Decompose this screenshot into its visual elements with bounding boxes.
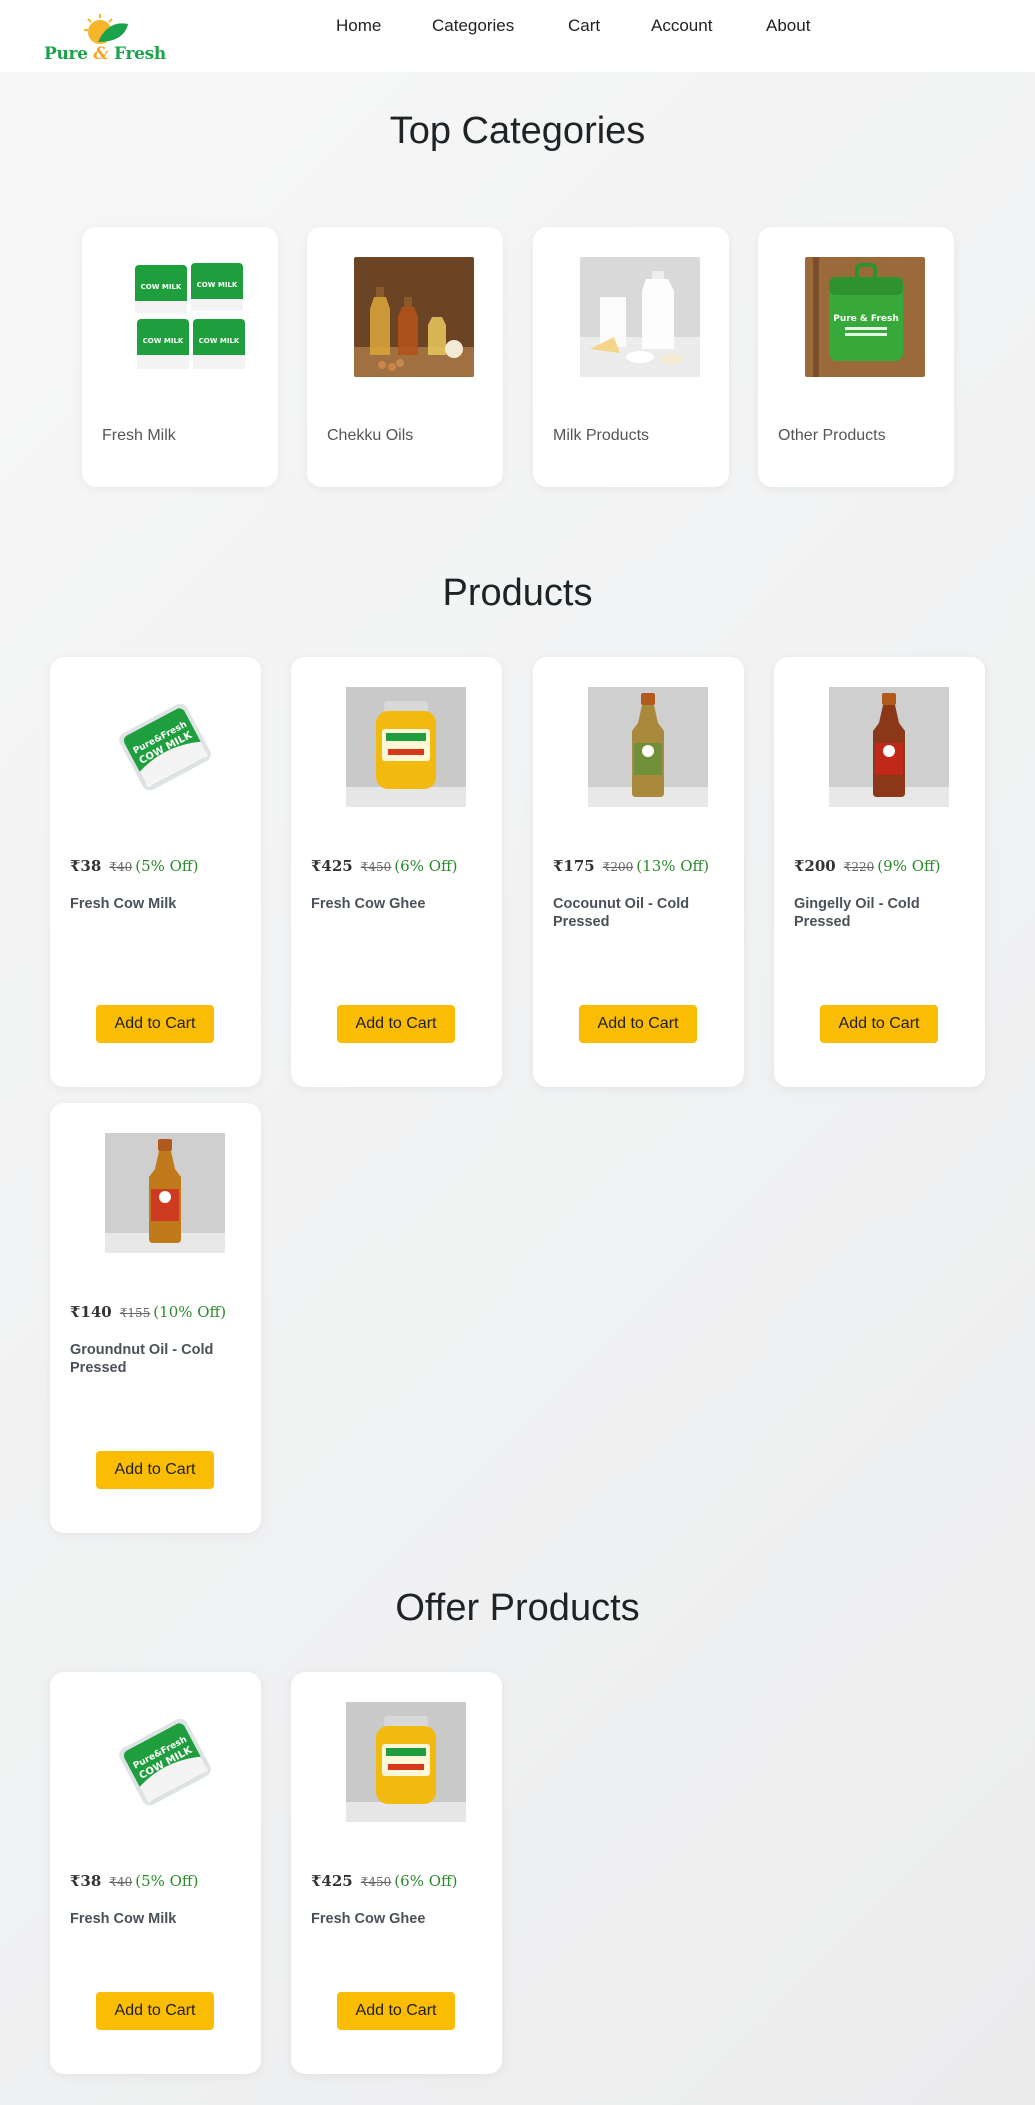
price-row: ₹38 ₹40 (5% Off) [70, 857, 198, 875]
original-price: ₹155 [119, 1306, 151, 1320]
category-card-chekku-oils[interactable]: Chekku Oils [307, 227, 503, 487]
offer-product-card[interactable]: ₹38 ₹40 (5% Off) Fresh Cow Milk Add to Car… [50, 1672, 261, 2074]
price-row: ₹200 ₹220 (9% Off) [794, 857, 941, 875]
nav-about[interactable]: About [766, 16, 810, 36]
original-price: ₹200 [602, 860, 634, 874]
discount-badge: (13% Off) [636, 857, 710, 875]
offer-products-title: Offer Products [395, 1587, 640, 1629]
discount-badge: (9% Off) [877, 857, 941, 875]
product-card[interactable]: ₹140 ₹155 (10% Off) Groundnut Oil - Cold P… [50, 1103, 261, 1533]
product-card[interactable]: ₹425 ₹450 (6% Off) Fresh Cow Ghee Add to C… [291, 657, 502, 1087]
add-to-cart-button[interactable]: Add to Cart [579, 1005, 697, 1043]
price-row: ₹175 ₹200 (13% Off) [553, 857, 709, 875]
current-price: ₹38 [70, 857, 102, 875]
product-name: Groundnut Oil - Cold Pressed [70, 1342, 214, 1376]
site-header: Pure & Fresh Home Categories Cart Accoun… [0, 0, 1035, 72]
product-card[interactable]: ₹175 ₹200 (13% Off) Cocounut Oil - Cold Pr… [533, 657, 744, 1087]
current-price: ₹175 [553, 857, 595, 875]
current-price: ₹425 [311, 857, 353, 875]
current-price: ₹425 [311, 1872, 353, 1890]
product-name: Fresh Cow Milk [70, 1911, 177, 1927]
product-name: Fresh Cow Ghee [311, 896, 426, 912]
product-name: Fresh Cow Milk [70, 896, 177, 912]
current-price: ₹200 [794, 857, 836, 875]
groundnut-oil-bottle-image [105, 1133, 225, 1253]
product-name: Fresh Cow Ghee [311, 1911, 426, 1927]
category-card-other-products[interactable]: Other Products [758, 227, 954, 487]
original-price: ₹450 [360, 1875, 392, 1889]
ghee-jar-image [346, 1702, 466, 1822]
add-to-cart-button[interactable]: Add to Cart [337, 1992, 455, 2030]
milk-packet-image [105, 1702, 225, 1822]
category-label: Chekku Oils [327, 427, 414, 444]
category-label: Milk Products [553, 427, 650, 444]
oil-bottles-image [354, 257, 474, 377]
product-card[interactable]: ₹38 ₹40 (5% Off) Fresh Cow Milk Add to Car… [50, 657, 261, 1087]
nav-home[interactable]: Home [336, 16, 381, 36]
dairy-products-image [580, 257, 700, 377]
products-title: Products [442, 572, 593, 614]
discount-badge: (10% Off) [153, 1303, 227, 1321]
gingelly-oil-bottle-image [829, 687, 949, 807]
ghee-jar-image [346, 687, 466, 807]
milk-packets-image [129, 257, 249, 377]
current-price: ₹38 [70, 1872, 102, 1890]
original-price: ₹220 [843, 860, 875, 874]
top-categories-title: Top Categories [389, 110, 646, 152]
price-row: ₹425 ₹450 (6% Off) [311, 1872, 458, 1890]
product-name: Cocounut Oil - Cold Pressed [553, 896, 690, 930]
price-row: ₹140 ₹155 (10% Off) [70, 1303, 226, 1321]
current-price: ₹140 [70, 1303, 112, 1321]
discount-badge: (5% Off) [135, 857, 199, 875]
offer-product-card[interactable]: ₹425 ₹450 (6% Off) Fresh Cow Ghee Add to C… [291, 1672, 502, 2074]
product-card[interactable]: ₹200 ₹220 (9% Off) Gingelly Oil - Cold Pre… [774, 657, 985, 1087]
category-card-fresh-milk[interactable]: Fresh Milk [82, 227, 278, 487]
discount-badge: (5% Off) [135, 1872, 199, 1890]
brand-name: Pure & Fresh [43, 44, 166, 64]
add-to-cart-button[interactable]: Add to Cart [96, 1005, 214, 1043]
category-card-milk-products[interactable]: Milk Products [533, 227, 729, 487]
brand-logo[interactable]: Pure & Fresh [42, 10, 168, 66]
product-name: Gingelly Oil - Cold Pressed [794, 896, 920, 930]
nav-categories[interactable]: Categories [432, 16, 514, 36]
original-price: ₹40 [109, 1875, 133, 1889]
nav-account[interactable]: Account [651, 16, 712, 36]
price-row: ₹425 ₹450 (6% Off) [311, 857, 458, 875]
original-price: ₹40 [109, 860, 133, 874]
category-label: Fresh Milk [102, 427, 176, 444]
add-to-cart-button[interactable]: Add to Cart [820, 1005, 938, 1043]
original-price: ₹450 [360, 860, 392, 874]
nav-cart[interactable]: Cart [568, 16, 600, 36]
discount-badge: (6% Off) [394, 1872, 458, 1890]
category-label: Other Products [778, 427, 886, 444]
discount-badge: (6% Off) [394, 857, 458, 875]
add-to-cart-button[interactable]: Add to Cart [96, 1451, 214, 1489]
add-to-cart-button[interactable]: Add to Cart [337, 1005, 455, 1043]
add-to-cart-button[interactable]: Add to Cart [96, 1992, 214, 2030]
price-row: ₹38 ₹40 (5% Off) [70, 1872, 198, 1890]
green-bag-image [805, 257, 925, 377]
milk-packet-image [105, 687, 225, 807]
coconut-oil-bottle-image [588, 687, 708, 807]
